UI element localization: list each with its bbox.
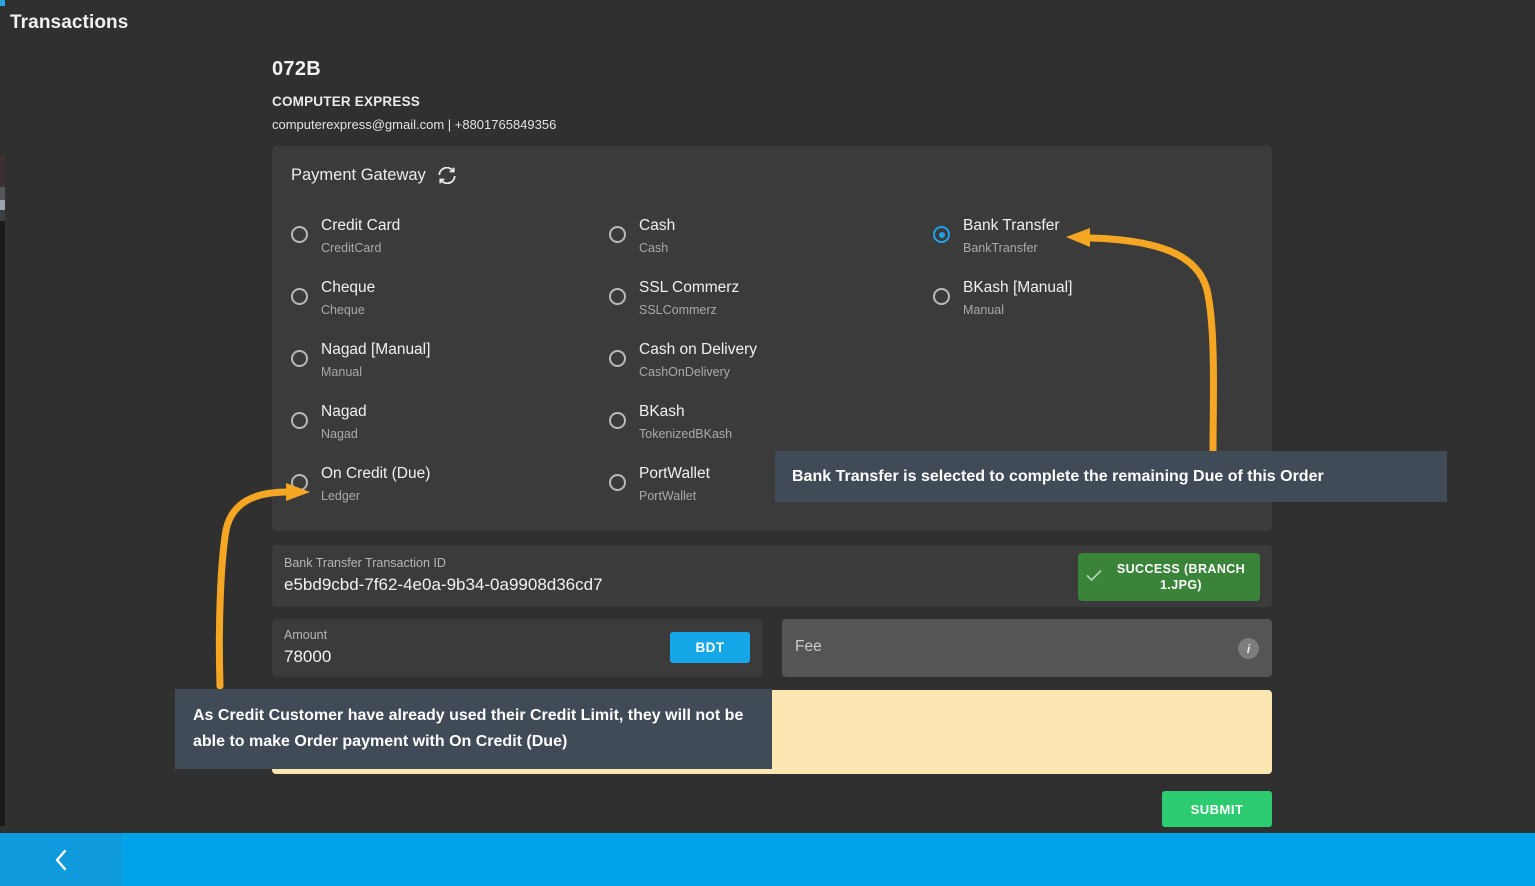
radio-creditcard[interactable] [291, 226, 308, 243]
merchant-name: COMPUTER EXPRESS [272, 94, 420, 109]
payment-option-code: CashOnDelivery [639, 365, 731, 379]
amount-field[interactable]: Amount 78000 BDT [272, 619, 762, 677]
chevron-left-icon [55, 849, 67, 870]
sync-icon[interactable] [437, 167, 457, 184]
payment-option-code: Manual [963, 303, 1004, 317]
payment-option-label: Cheque [321, 279, 376, 296]
radio-bkash[interactable] [609, 412, 626, 429]
payment-gateway-title: Payment Gateway [291, 166, 426, 184]
order-header: 072B COMPUTER EXPRESS computerexpress@gm… [272, 58, 1272, 132]
payment-option-label: BKash [639, 403, 685, 420]
payment-option-label: Nagad [321, 403, 367, 420]
payment-option-label: BKash [Manual] [963, 279, 1073, 296]
payment-option-bkash-manual[interactable]: BKash [Manual] Manual [933, 270, 1253, 332]
payment-option-code: CreditCard [321, 241, 382, 255]
radio-bank-transfer[interactable] [933, 226, 950, 243]
bottom-bar [0, 833, 1535, 886]
payment-option-code: Nagad [321, 427, 358, 441]
tooltip-on-credit-due: As Credit Customer have already used the… [175, 689, 772, 769]
payment-option-cash-on-delivery[interactable]: Cash on Delivery CashOnDelivery [609, 332, 933, 394]
payment-option-creditcard[interactable]: Credit Card CreditCard [291, 208, 609, 270]
payment-option-bank-transfer[interactable]: Bank Transfer BankTransfer [933, 208, 1253, 270]
page-title: Transactions [10, 12, 129, 33]
payment-option-label: Nagad [Manual] [321, 341, 431, 358]
payment-option-label: Bank Transfer [963, 217, 1060, 234]
payment-option-cash[interactable]: Cash Cash [609, 208, 933, 270]
tooltip-bank-transfer: Bank Transfer is selected to complete th… [775, 451, 1447, 502]
payment-option-bkash[interactable]: BKash TokenizedBKash [609, 394, 933, 456]
radio-cash[interactable] [609, 226, 626, 243]
left-edge-strip [0, 0, 5, 826]
payment-option-cheque[interactable]: Cheque Cheque [291, 270, 609, 332]
payment-option-code: Cash [639, 241, 669, 255]
check-icon [1086, 569, 1102, 586]
payment-option-code: Cheque [321, 303, 365, 317]
radio-on-credit-due[interactable] [291, 474, 308, 491]
payment-option-code: PortWallet [639, 489, 697, 503]
radio-portwallet[interactable] [609, 474, 626, 491]
payment-option-code: SSLCommerz [639, 303, 717, 317]
radio-bkash-manual[interactable] [933, 288, 950, 305]
payment-option-code: Ledger [321, 489, 360, 503]
radio-nagad-manual[interactable] [291, 350, 308, 367]
info-icon[interactable]: i [1238, 638, 1259, 659]
upload-success-button[interactable]: SUCCESS (BRANCH 1.JPG) [1078, 553, 1260, 601]
payment-option-label: On Credit (Due) [321, 465, 431, 482]
payment-option-code: TokenizedBKash [639, 427, 733, 441]
payment-option-label: SSL Commerz [639, 279, 740, 296]
order-code: 072B [272, 58, 322, 80]
radio-sslcommerz[interactable] [609, 288, 626, 305]
payment-method-column-1: Credit Card CreditCard Cheque Cheque Nag… [291, 208, 609, 518]
payment-option-nagad[interactable]: Nagad Nagad [291, 394, 609, 456]
payment-option-sslcommerz[interactable]: SSL Commerz SSLCommerz [609, 270, 933, 332]
payment-option-code: Manual [321, 365, 362, 379]
fee-field[interactable]: Fee i [782, 619, 1272, 677]
payment-option-on-credit-due[interactable]: On Credit (Due) Ledger [291, 456, 609, 518]
fee-placeholder: Fee [795, 638, 822, 655]
payment-option-label: Cash on Delivery [639, 341, 758, 358]
radio-cheque[interactable] [291, 288, 308, 305]
payment-option-code: BankTransfer [963, 241, 1038, 255]
back-button[interactable] [0, 833, 122, 886]
payment-option-nagad-manual[interactable]: Nagad [Manual] Manual [291, 332, 609, 394]
currency-badge[interactable]: BDT [670, 632, 750, 663]
submit-button[interactable]: SUBMIT [1162, 791, 1272, 827]
transaction-id-row: Bank Transfer Transaction ID e5bd9cbd-7f… [272, 545, 1272, 607]
upload-success-label: SUCCESS (BRANCH 1.JPG) [1116, 562, 1246, 592]
payment-option-label: Cash [639, 217, 676, 234]
payment-option-label: PortWallet [639, 465, 710, 482]
radio-nagad[interactable] [291, 412, 308, 429]
payment-gateway-header: Payment Gateway [272, 146, 1272, 185]
payment-option-label: Credit Card [321, 217, 401, 234]
transactions-page: Transactions 072B COMPUTER EXPRESS compu… [0, 0, 1535, 886]
merchant-contact: computerexpress@gmail.com | +88017658493… [272, 117, 557, 132]
radio-cash-on-delivery[interactable] [609, 350, 626, 367]
